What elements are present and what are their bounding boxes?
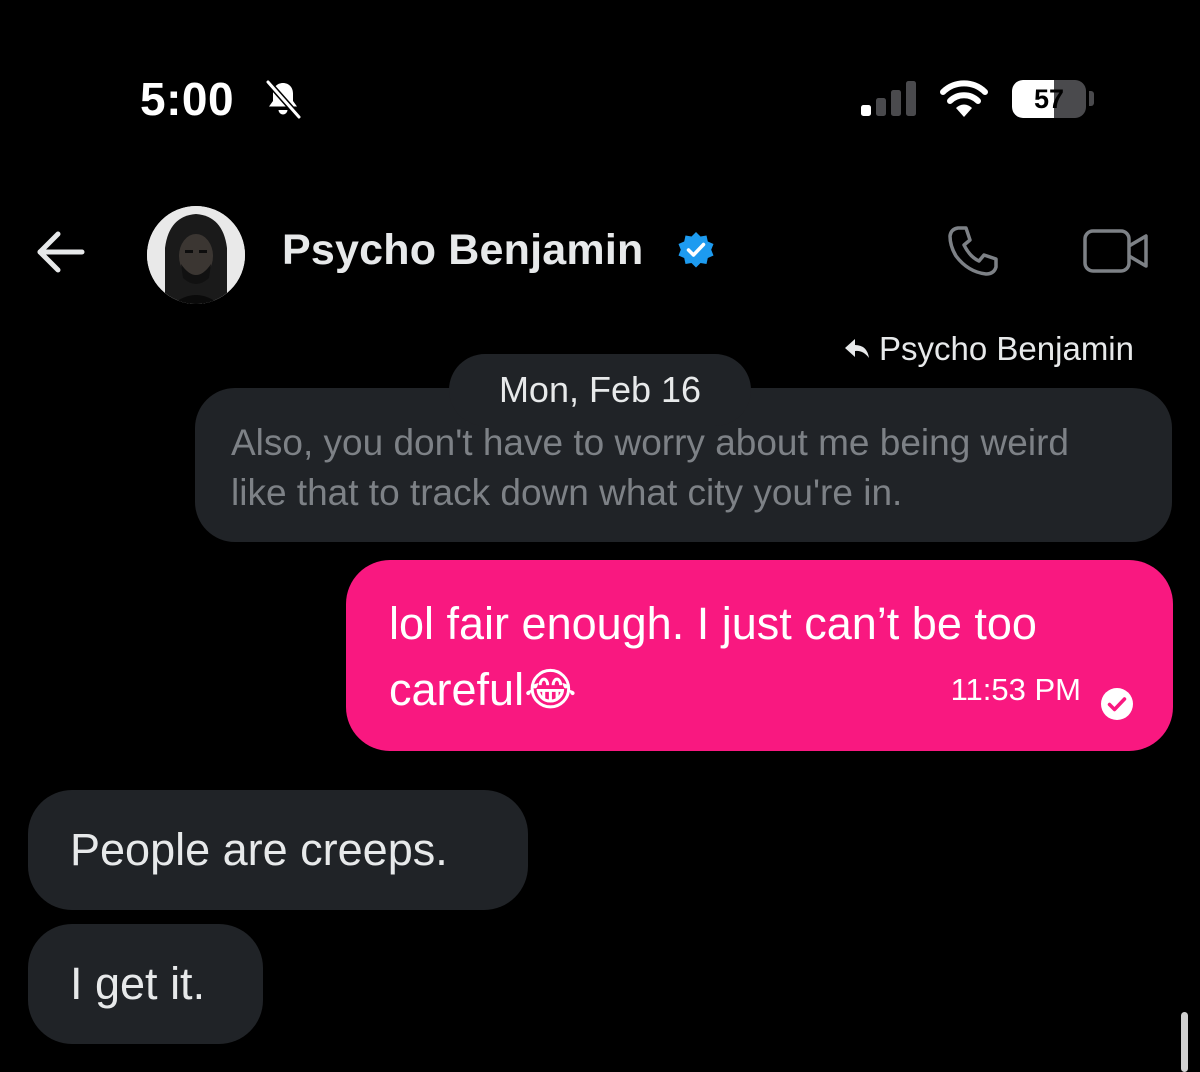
back-arrow-icon[interactable] xyxy=(34,226,86,278)
incoming-message[interactable]: I get it. xyxy=(28,924,263,1044)
date-separator: Mon, Feb 16 xyxy=(449,354,751,426)
reply-to-name: Psycho Benjamin xyxy=(879,330,1134,367)
verified-badge-icon xyxy=(678,232,714,268)
cellular-signal-icon xyxy=(861,81,916,116)
outgoing-message-text: lol fair enough. I just can’t be too car… xyxy=(389,598,1037,715)
outgoing-message[interactable]: lol fair enough. I just can’t be too car… xyxy=(346,560,1173,751)
bell-off-icon xyxy=(265,79,302,120)
reply-indicator: Psycho Benjamin xyxy=(843,330,1134,368)
battery-tip xyxy=(1089,91,1094,106)
battery-percentage: 57 xyxy=(1033,84,1065,114)
scrollbar[interactable] xyxy=(1181,1012,1188,1072)
status-time: 5:00 xyxy=(140,73,235,125)
avatar[interactable] xyxy=(147,206,245,304)
battery-icon: 57 xyxy=(1012,80,1086,118)
avatar-portrait-image xyxy=(147,206,245,304)
message-timestamp: 11:53 PM xyxy=(950,672,1081,707)
incoming-message[interactable]: People are creeps. xyxy=(28,790,528,910)
phone-icon[interactable] xyxy=(944,222,1002,280)
video-camera-icon[interactable] xyxy=(1082,224,1150,278)
reply-arrow-icon xyxy=(845,339,870,358)
read-receipt-check-icon xyxy=(1101,688,1133,720)
contact-name[interactable]: Psycho Benjamin xyxy=(282,226,643,275)
wifi-icon xyxy=(940,80,988,117)
